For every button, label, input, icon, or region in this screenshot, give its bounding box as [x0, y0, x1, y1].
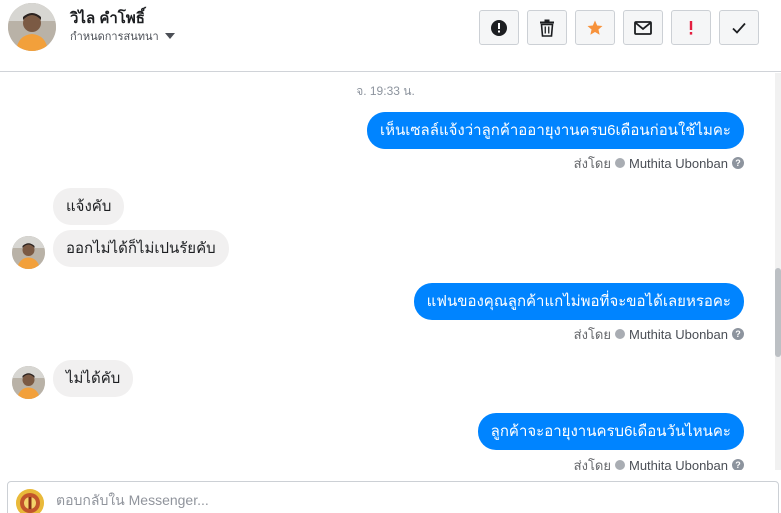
sent-by-label: ส่งโดย — [573, 457, 611, 471]
conversation-header: วิไล คำโพธิ์ กำหนดการสนทนา — [0, 0, 781, 72]
conversation-settings-dropdown[interactable]: กำหนดการสนทนา — [70, 29, 175, 43]
sender-name[interactable]: Muthita Ubonban — [629, 458, 728, 471]
spam-button[interactable] — [671, 10, 711, 45]
delete-button[interactable] — [527, 10, 567, 45]
incoming-message-bubble[interactable]: ออกไม่ได้ก็ไม่เปนรัยคับ — [53, 230, 229, 267]
incoming-message-bubble[interactable]: แจ้งคับ — [53, 188, 125, 225]
avatar-photo — [12, 236, 45, 269]
envelope-icon — [634, 20, 652, 35]
sent-by-label: ส่งโดย — [573, 155, 611, 171]
check-circle-icon — [614, 460, 625, 470]
contact-message-avatar[interactable] — [12, 366, 45, 399]
outgoing-message-bubble[interactable]: เห็นเซลล์แจ้งว่าลูกค้าออายุงานครบ6เดือนก… — [366, 112, 744, 149]
thread-scrollbar-thumb[interactable] — [775, 268, 781, 357]
incoming-message-bubble[interactable]: ไม่ได้คับ — [53, 360, 134, 397]
check-circle-icon — [614, 329, 625, 339]
message-thread[interactable]: จ. 19:33 น. เห็นเซลล์แจ้งว่าลูกค้าออายุง… — [0, 73, 781, 470]
outgoing-message-bubble[interactable]: ลูกค้าจะอายุงานครบ6เดือนวันไหนคะ — [477, 413, 744, 450]
message-timestamp: จ. 19:33 น. — [356, 84, 415, 98]
done-button[interactable] — [719, 10, 759, 45]
mark-unread-button[interactable] — [623, 10, 663, 45]
conversation-settings-label: กำหนดการสนทนา — [70, 31, 159, 43]
sent-by-line: ส่งโดย Muthita Ubonban ? — [574, 155, 744, 171]
sent-by-line: ส่งโดย Muthita Ubonban ? — [574, 326, 744, 342]
caret-down-icon — [164, 33, 175, 39]
page-logo-icon — [16, 489, 44, 513]
star-icon — [587, 20, 603, 35]
avatar-photo — [8, 3, 56, 51]
sender-name[interactable]: Muthita Ubonban — [629, 327, 728, 342]
contact-avatar[interactable] — [8, 3, 56, 51]
page-avatar — [16, 489, 44, 513]
exclamation-circle-icon — [491, 19, 507, 36]
sent-by-label: ส่งโดย — [573, 326, 611, 342]
reply-composer — [7, 481, 779, 513]
reply-input[interactable] — [56, 490, 756, 510]
checkmark-icon — [732, 22, 746, 34]
contact-message-avatar[interactable] — [12, 236, 45, 269]
help-icon[interactable]: ? — [732, 328, 744, 340]
star-button[interactable] — [575, 10, 615, 45]
conversation-toolbar — [479, 10, 759, 45]
help-icon[interactable]: ? — [732, 157, 744, 169]
block-button[interactable] — [479, 10, 519, 45]
trash-icon — [540, 19, 554, 37]
sent-by-line: ส่งโดย Muthita Ubonban ? — [574, 457, 744, 470]
messenger-conversation: วิไล คำโพธิ์ กำหนดการสนทนา จ. 19:33 น. เ… — [0, 0, 781, 513]
sender-name[interactable]: Muthita Ubonban — [629, 156, 728, 171]
avatar-photo — [12, 366, 45, 399]
outgoing-message-bubble[interactable]: แฟนของคุณลูกค้าแกไม่พอที่จะขอได้เลยหรอคะ — [413, 283, 744, 320]
help-icon[interactable]: ? — [732, 459, 744, 470]
exclamation-mark-icon — [689, 20, 693, 35]
check-circle-icon — [614, 158, 625, 168]
